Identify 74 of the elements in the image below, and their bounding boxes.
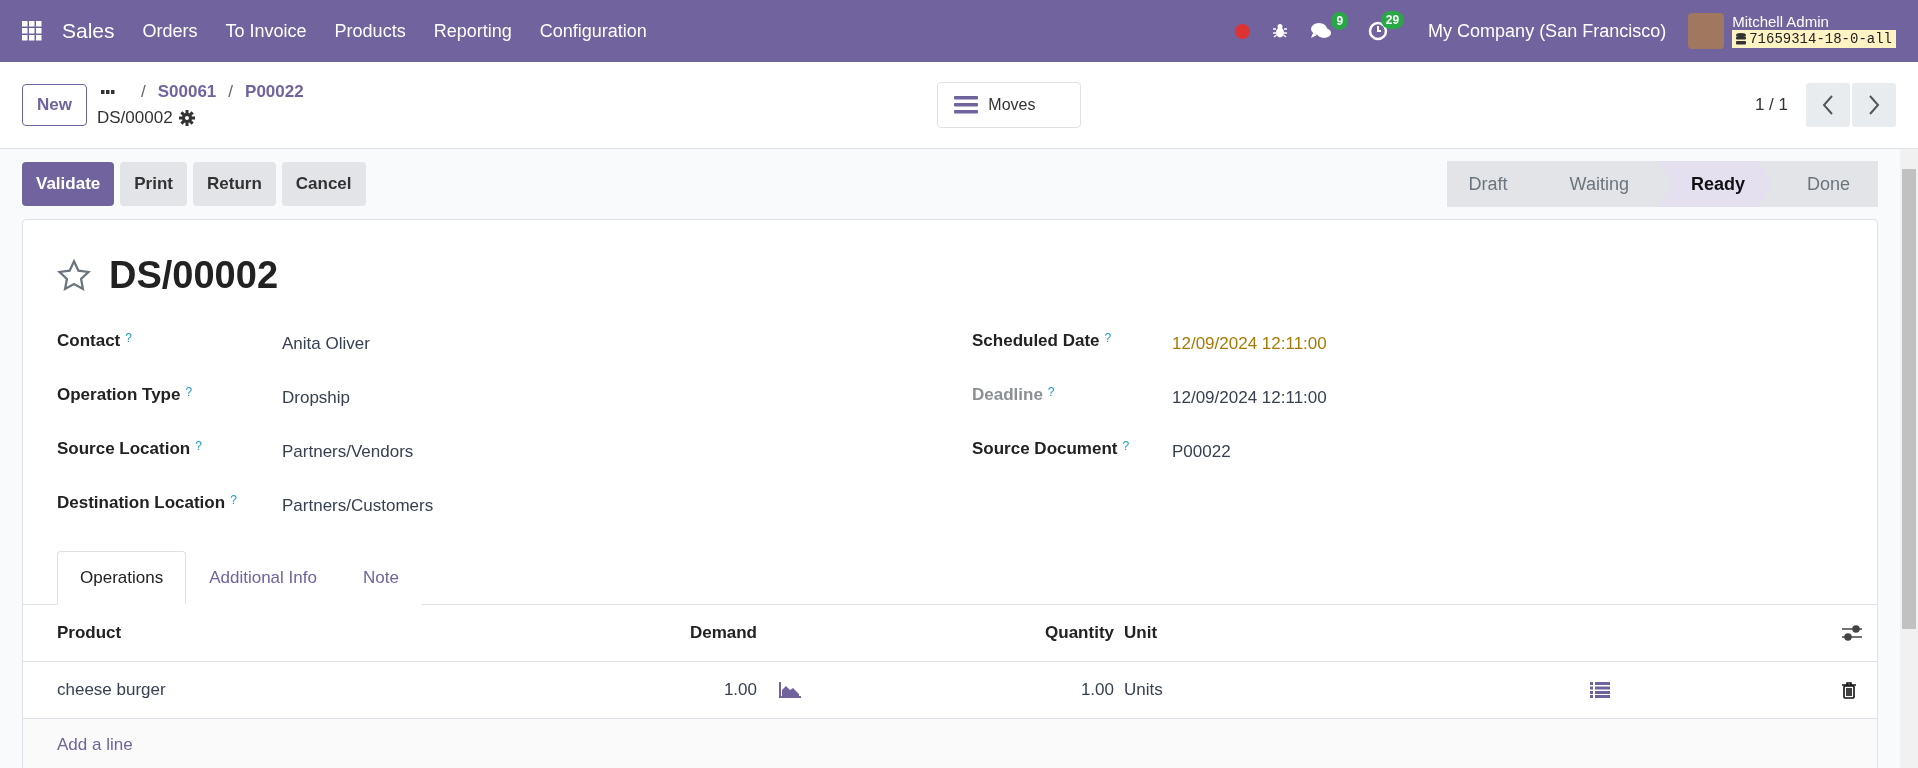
next-button[interactable] bbox=[1852, 83, 1896, 127]
field-label: Source Document bbox=[972, 439, 1118, 459]
record-title: DS/00002 bbox=[109, 254, 278, 297]
area-chart-icon[interactable] bbox=[779, 682, 801, 698]
field-value: 12/09/2024 12:11:00 bbox=[1172, 333, 1328, 354]
help-tooltip-mark[interactable]: ? bbox=[185, 385, 193, 399]
record-name: DS/00002 bbox=[96, 108, 173, 128]
app-name[interactable]: Sales bbox=[48, 19, 129, 43]
help-tooltip-mark[interactable]: ? bbox=[125, 331, 132, 345]
table-cell[interactable]: 1.00 bbox=[837, 680, 1114, 700]
previous-button[interactable] bbox=[1806, 83, 1850, 127]
column-header[interactable]: Unit bbox=[1114, 623, 1590, 643]
breadcrumb-separator: / bbox=[140, 82, 146, 102]
status-stage[interactable]: Ready bbox=[1656, 161, 1773, 207]
help-tooltip-mark[interactable]: ? bbox=[1104, 331, 1112, 345]
more-dots-icon[interactable] bbox=[100, 90, 115, 94]
field-label: Destination Location bbox=[57, 493, 226, 513]
column-header[interactable]: Demand bbox=[657, 623, 757, 643]
field-value: Anita Oliver bbox=[282, 333, 371, 354]
help-tooltip-mark[interactable]: ? bbox=[1122, 439, 1130, 453]
field-value: Partners/Vendors bbox=[282, 441, 415, 462]
user-name[interactable]: Mitchell Admin bbox=[1732, 14, 1896, 30]
table-cell[interactable]: 1.00 bbox=[657, 680, 757, 700]
menu-icon bbox=[954, 96, 979, 114]
column-header[interactable]: Quantity bbox=[837, 623, 1114, 643]
form-tab[interactable]: Operations bbox=[57, 551, 187, 605]
trash-icon[interactable] bbox=[1842, 681, 1856, 699]
field-value: P00022 bbox=[1172, 441, 1232, 462]
action-button[interactable]: Print bbox=[120, 162, 187, 206]
message-count-badge: 9 bbox=[1331, 12, 1349, 30]
new-button[interactable]: New bbox=[22, 84, 87, 126]
breadcrumb-link[interactable]: P00022 bbox=[245, 82, 304, 102]
field-value: Dropship bbox=[282, 387, 352, 408]
moves-button[interactable]: Moves bbox=[937, 82, 1082, 128]
star-icon[interactable] bbox=[57, 259, 91, 292]
bug-icon[interactable] bbox=[1272, 23, 1289, 39]
add-line-link[interactable]: Add a line bbox=[57, 735, 133, 754]
field-value: 12/09/2024 12:11:00 bbox=[1172, 387, 1328, 408]
list-icon[interactable] bbox=[1590, 682, 1610, 698]
help-tooltip-mark[interactable]: ? bbox=[195, 439, 202, 453]
field-label: Scheduled Date bbox=[972, 331, 1100, 351]
field-label: Contact bbox=[57, 331, 121, 351]
sliders-icon[interactable] bbox=[1842, 624, 1862, 642]
scrollbar[interactable] bbox=[1900, 149, 1918, 768]
field-label: Source Location bbox=[57, 439, 191, 459]
action-button[interactable]: Cancel bbox=[281, 162, 366, 206]
company-name[interactable]: My Company (San Francisco) bbox=[1428, 20, 1667, 42]
breadcrumb-separator: / bbox=[228, 82, 234, 102]
table-cell[interactable]: cheese burger bbox=[57, 680, 657, 700]
help-tooltip-mark[interactable]: ? bbox=[230, 493, 237, 507]
breadcrumb-link[interactable]: S00061 bbox=[157, 82, 217, 102]
chevron-right-icon bbox=[1868, 95, 1880, 115]
table-cell[interactable]: Units bbox=[1114, 680, 1590, 700]
activity-count-badge: 29 bbox=[1380, 11, 1405, 29]
database-name: 71659314-18-0-all bbox=[1732, 30, 1896, 48]
field-label: Operation Type bbox=[57, 385, 181, 405]
record-dot-icon[interactable] bbox=[1235, 23, 1251, 39]
column-header[interactable]: Product bbox=[57, 623, 657, 643]
database-icon bbox=[1736, 33, 1747, 45]
help-tooltip-mark[interactable]: ? bbox=[1047, 385, 1055, 399]
field-value: Partners/Customers bbox=[282, 495, 435, 516]
menu-item[interactable]: To Invoice bbox=[211, 20, 321, 42]
menu-item[interactable]: Configuration bbox=[525, 20, 661, 42]
menu-item[interactable]: Products bbox=[320, 20, 420, 42]
validate-button[interactable]: Validate bbox=[22, 162, 115, 206]
menu-item[interactable]: Reporting bbox=[419, 20, 526, 42]
chat-icon[interactable] bbox=[1310, 22, 1333, 40]
action-button[interactable]: Return bbox=[193, 162, 276, 206]
settings-icon[interactable] bbox=[178, 110, 195, 126]
app-grid-icon[interactable] bbox=[22, 21, 42, 41]
menu-item[interactable]: Orders bbox=[128, 20, 212, 42]
pager-value[interactable]: 1 / 1 bbox=[1754, 95, 1788, 115]
field-label: Deadline bbox=[972, 385, 1043, 405]
chevron-left-icon bbox=[1822, 95, 1834, 115]
